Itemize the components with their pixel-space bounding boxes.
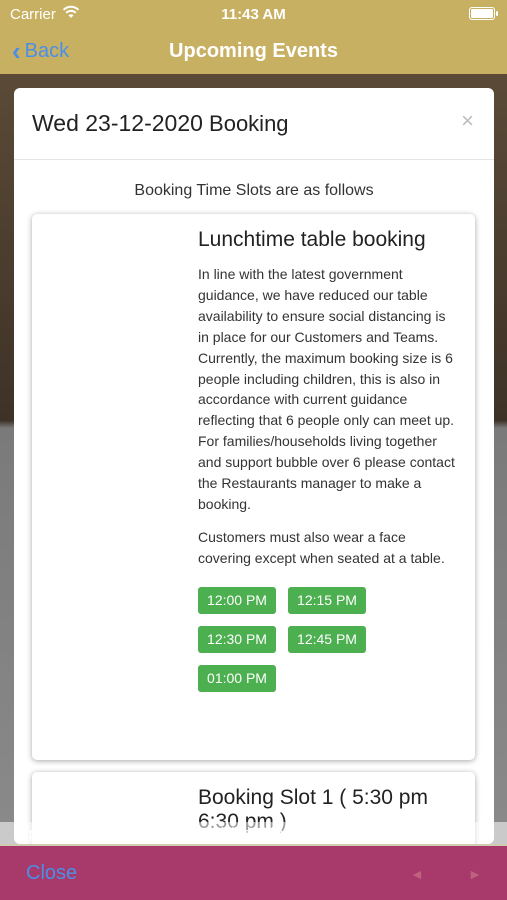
- prev-arrow-icon[interactable]: ◄: [410, 866, 424, 882]
- booking-card-lunchtime: Lunchtime table booking In line with the…: [32, 214, 475, 760]
- top-bar: Carrier 11:43 AM ‹ Back Upcoming Events: [0, 0, 507, 74]
- time-slot-button[interactable]: 12:15 PM: [288, 586, 366, 614]
- card-description: In line with the latest government guida…: [198, 266, 455, 512]
- url-bar: tps://order.curryinn84.co.uk/booking.php…: [0, 822, 507, 846]
- time-slot-button[interactable]: 12:30 PM: [198, 625, 276, 653]
- card-body: Lunchtime table booking In line with the…: [198, 228, 460, 692]
- card-title: Lunchtime table booking: [198, 228, 426, 251]
- modal-title-date: Wed 23-12-2020: [32, 110, 203, 136]
- booking-modal: Wed 23-12-2020 Booking × Booking Time Sl…: [14, 88, 494, 844]
- next-arrow-icon[interactable]: ►: [468, 866, 482, 882]
- status-time: 11:43 AM: [221, 6, 286, 23]
- time-slot-button[interactable]: 01:00 PM: [198, 664, 276, 692]
- intro-text: Booking Time Slots are as follows: [134, 182, 374, 199]
- modal-header: Wed 23-12-2020 Booking ×: [14, 88, 494, 160]
- modal-title-suffix: Booking: [202, 111, 289, 136]
- modal-title: Wed 23-12-2020 Booking: [32, 110, 289, 137]
- navigation-bar: ‹ Back Upcoming Events: [0, 36, 507, 70]
- bottom-toolbar: Close ◄ ►: [0, 846, 507, 900]
- status-bar: Carrier 11:43 AM: [0, 0, 507, 28]
- nav-title: Upcoming Events: [169, 40, 338, 62]
- close-button[interactable]: Close: [26, 862, 77, 885]
- time-slot-button[interactable]: 12:00 PM: [198, 586, 276, 614]
- time-slot-button[interactable]: 12:45 PM: [288, 625, 366, 653]
- close-icon[interactable]: ×: [461, 108, 474, 134]
- card-note: Customers must also wear a face covering…: [198, 528, 445, 566]
- battery-icon: [469, 7, 498, 20]
- time-slot-list: 12:00 PM 12:15 PM 12:30 PM 12:45 PM 01:0…: [198, 586, 378, 692]
